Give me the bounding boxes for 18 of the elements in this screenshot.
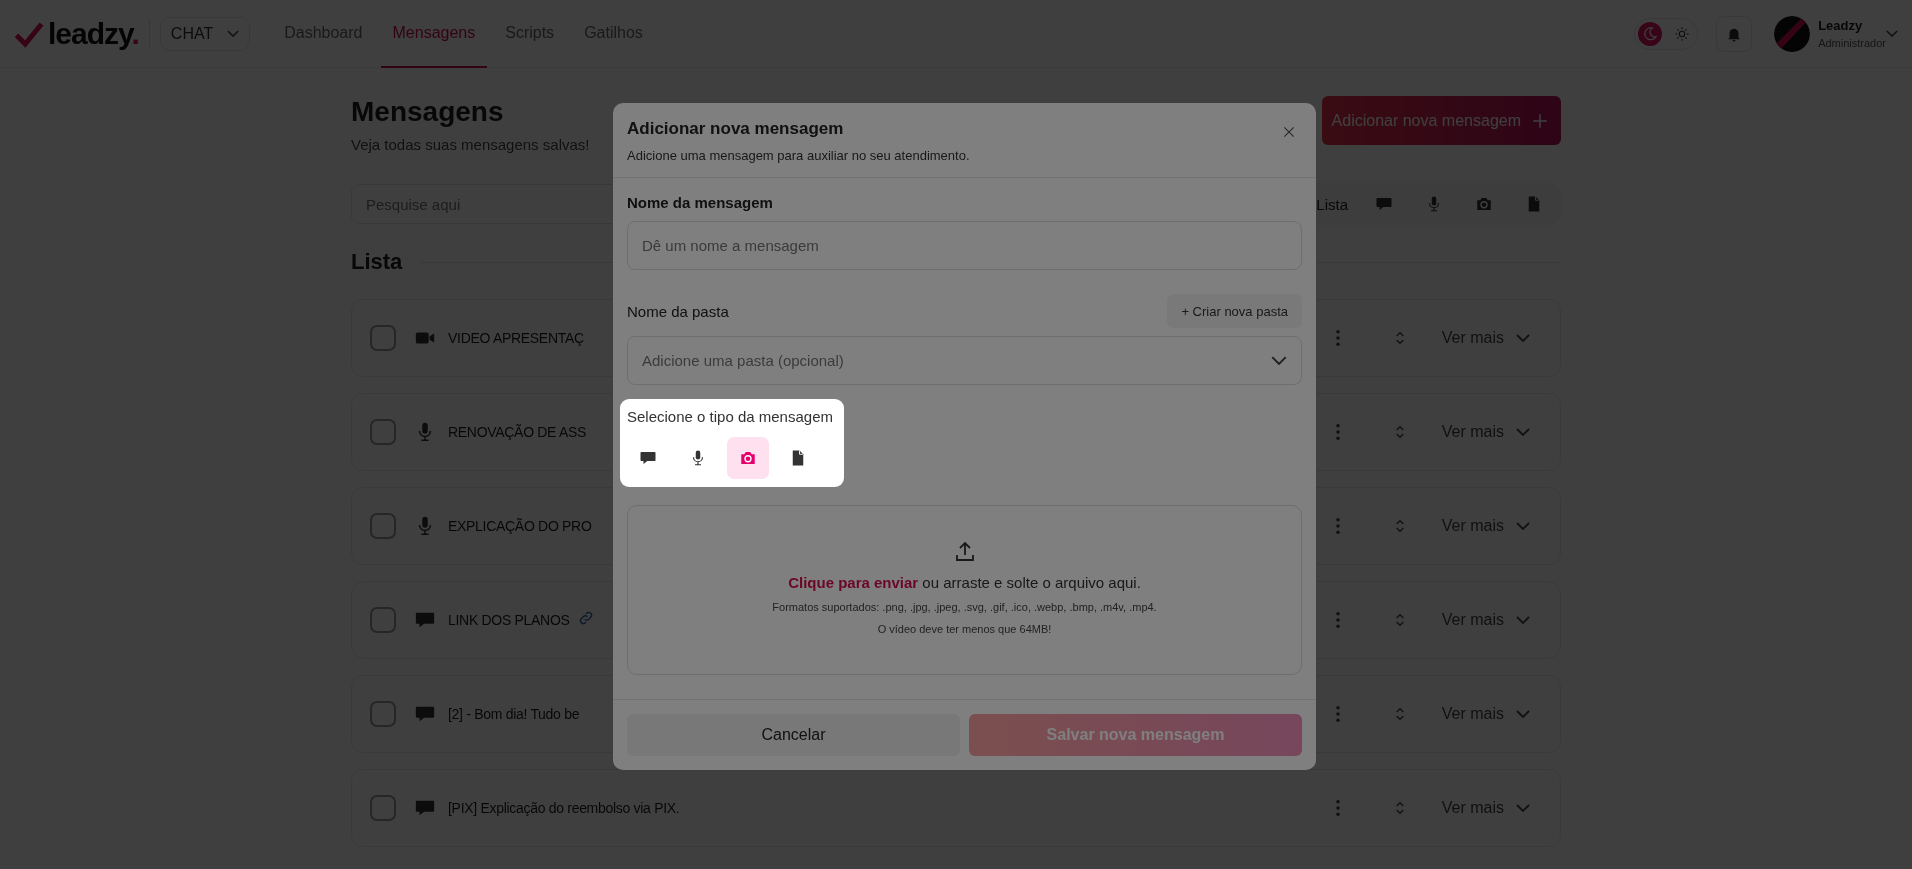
dialog-title: Adicionar nova mensagem	[627, 119, 845, 139]
upload-instruction: Clique para enviar ou arraste e solte o arquivo aqui.	[788, 574, 1141, 591]
field-label: Nome da mensagem	[627, 194, 774, 211]
message-title: RENOVAÇÃO DE ASS	[448, 424, 587, 440]
field-label: Selecione o tipo da mensagem	[627, 408, 834, 425]
user-name: Leadzy	[1818, 18, 1864, 33]
page-title: Mensagens	[351, 96, 505, 128]
list-title: Lista	[351, 249, 403, 275]
logo-text: leadzy.	[48, 16, 139, 51]
field-label: Nome da pasta	[627, 302, 729, 320]
message-title: [2] - Bom dia! Tudo be	[448, 706, 580, 722]
dialog-subtitle: Adicione uma mensagem para auxiliar no seu atendimento.	[627, 148, 970, 163]
message-title: LINK DOS PLANOS	[448, 612, 570, 628]
message-title: [PIX] Explicação do reembolso via PIX.	[448, 800, 680, 816]
message-title: EXPLICAÇÃO DO PRO	[448, 518, 592, 534]
supported-formats: Formatos suportados: .png, .jpg, .jpeg, .svg, .gif, .ico, .webp, .bmp, .m4v, .mp4.	[772, 601, 1157, 613]
message-title: VIDEO APRESENTAÇ	[448, 330, 584, 346]
size-limit-note: O vídeo deve ter menos que 64MB!	[877, 623, 1052, 635]
